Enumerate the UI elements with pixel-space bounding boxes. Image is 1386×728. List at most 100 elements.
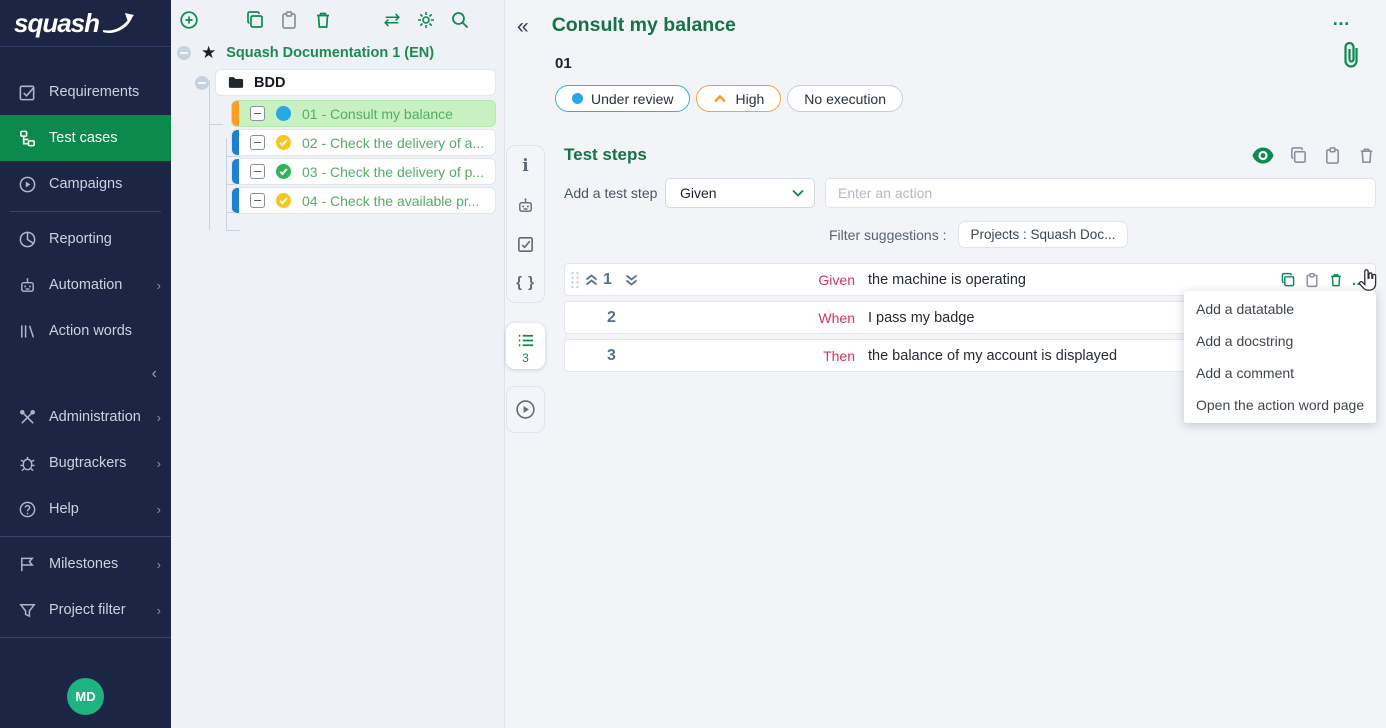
sidebar-item-label: Bugtrackers	[49, 455, 145, 471]
tree-item-test-case[interactable]: 02 - Check the delivery of a...	[231, 129, 496, 156]
milestones-flag-icon	[18, 555, 37, 574]
app-logo[interactable]: squash	[0, 0, 171, 47]
filter-suggestions-label: Filter suggestions :	[829, 227, 947, 243]
test-case-tree-panel: ★ Squash Documentation 1 (EN) BDD 01 - C…	[171, 0, 505, 728]
copy-step-icon[interactable]	[1280, 272, 1296, 288]
sidebar-item-label: Milestones	[49, 556, 145, 572]
collapse-step-icon[interactable]	[250, 164, 265, 179]
status-badge[interactable]: Under review	[555, 85, 690, 112]
menu-item-open-action-word-page[interactable]: Open the action word page	[1184, 389, 1376, 421]
drag-handle-icon[interactable]	[570, 271, 580, 289]
sidebar-item-project-filter[interactable]: Project filter ›	[0, 587, 171, 633]
collapse-node-icon[interactable]	[195, 76, 209, 90]
tab-steps-list-icon	[516, 331, 535, 350]
tab-verified-requirements-icon[interactable]	[516, 235, 535, 254]
tree-item-test-case[interactable]: 03 - Check the delivery of p...	[231, 158, 496, 185]
tree-item-test-case[interactable]: 04 - Check the available pr...	[231, 187, 496, 214]
collapse-panel-icon[interactable]: «	[517, 16, 529, 38]
copy-icon[interactable]	[245, 10, 265, 30]
menu-item-add-datatable[interactable]: Add a datatable	[1184, 293, 1376, 325]
step-number: 3	[607, 347, 616, 365]
more-options-icon[interactable]: …	[1332, 14, 1352, 24]
delete-step-icon[interactable]	[1328, 272, 1344, 288]
sidebar-item-campaigns[interactable]: Campaigns	[0, 161, 171, 207]
copy-steps-icon[interactable]	[1289, 146, 1308, 165]
tree-folder-label: BDD	[254, 75, 285, 91]
execution-badge[interactable]: No execution	[787, 85, 903, 112]
tree-item-label: 01 - Consult my balance	[302, 106, 453, 122]
tree-project-label[interactable]: Squash Documentation 1 (EN)	[226, 45, 434, 61]
tab-test-steps-active[interactable]: 3	[506, 323, 545, 369]
chevron-right-icon: ›	[157, 557, 161, 572]
user-avatar[interactable]: MD	[67, 678, 104, 715]
steps-count-badge: 3	[522, 351, 529, 365]
sidebar-divider	[10, 211, 161, 212]
step-more-options-icon[interactable]: …	[1352, 276, 1368, 284]
move-step-up-icon[interactable]	[584, 274, 599, 286]
sidebar-item-requirements[interactable]: Requirements	[0, 69, 171, 115]
tree-folder-row[interactable]: BDD	[195, 69, 496, 96]
automation-robot-icon	[18, 276, 37, 295]
detail-tab-strip: i { } 3	[506, 145, 545, 433]
search-icon[interactable]	[450, 10, 470, 30]
paste-icon[interactable]	[279, 10, 299, 30]
preview-eye-icon[interactable]	[1252, 147, 1274, 164]
badge-row: Under review High No execution	[555, 85, 1366, 112]
administration-tools-icon	[18, 408, 37, 427]
sidebar-item-administration[interactable]: Administration ›	[0, 394, 171, 440]
sidebar-item-action-words[interactable]: Action words	[0, 308, 171, 354]
sidebar-item-bugtrackers[interactable]: Bugtrackers ›	[0, 440, 171, 486]
menu-item-add-docstring[interactable]: Add a docstring	[1184, 325, 1376, 357]
keyword-select[interactable]: Given	[665, 178, 815, 208]
move-step-down-icon[interactable]	[624, 274, 639, 286]
delete-icon[interactable]	[313, 10, 333, 30]
sidebar-collapse-button[interactable]: ‹	[0, 354, 171, 394]
step-keyword: When	[653, 310, 855, 326]
section-title: Test steps	[564, 145, 1252, 165]
tree-case-list: 01 - Consult my balance 02 - Check the d…	[231, 100, 496, 214]
delete-steps-icon[interactable]	[1357, 146, 1376, 165]
settings-gear-icon[interactable]	[416, 10, 436, 30]
step-number: 1	[603, 271, 612, 289]
sidebar-item-help[interactable]: Help ›	[0, 486, 171, 532]
sidebar-item-label: Requirements	[49, 84, 161, 100]
tree-item-label: 02 - Check the delivery of a...	[302, 135, 484, 151]
tab-automation-robot-icon[interactable]	[516, 196, 535, 215]
attachments-paperclip-icon[interactable]	[1340, 40, 1362, 70]
tab-information-icon[interactable]: i	[522, 157, 528, 176]
favorite-star-icon: ★	[201, 44, 216, 61]
tree-item-test-case[interactable]: 01 - Consult my balance	[231, 100, 496, 127]
sidebar-item-label: Reporting	[49, 231, 161, 247]
transfer-arrows-icon[interactable]	[382, 10, 402, 30]
collapse-step-icon[interactable]	[250, 193, 265, 208]
importance-badge-label: High	[735, 91, 764, 107]
sidebar-item-automation[interactable]: Automation ›	[0, 262, 171, 308]
collapse-node-icon[interactable]	[177, 46, 191, 60]
campaigns-play-icon	[18, 175, 37, 194]
project-filter-chip[interactable]: Projects : Squash Doc...	[958, 221, 1129, 248]
paste-step-icon[interactable]	[1304, 272, 1320, 288]
test-case-reference: 01	[555, 55, 1366, 72]
paste-steps-icon[interactable]	[1323, 146, 1342, 165]
action-input[interactable]	[825, 178, 1376, 208]
folder-icon	[228, 76, 244, 89]
test-case-tree: ★ Squash Documentation 1 (EN) BDD 01 - C…	[171, 38, 504, 214]
sidebar-item-test-cases[interactable]: Test cases	[0, 115, 171, 161]
tab-executions[interactable]	[506, 386, 545, 433]
page-title: Consult my balance	[552, 14, 736, 37]
sidebar-item-milestones[interactable]: Milestones ›	[0, 541, 171, 587]
importance-bar	[232, 101, 239, 126]
tree-project-row[interactable]: ★ Squash Documentation 1 (EN)	[175, 40, 496, 69]
tab-parameters-braces-icon[interactable]: { }	[516, 274, 535, 291]
status-to-be-updated-icon	[276, 193, 291, 208]
chevron-right-icon: ›	[157, 456, 161, 471]
chevron-right-icon: ›	[157, 410, 161, 425]
filter-suggestions-row: Filter suggestions : Projects : Squash D…	[829, 221, 1376, 248]
collapse-step-icon[interactable]	[250, 135, 265, 150]
new-item-icon[interactable]	[179, 10, 199, 30]
tree-toolbar	[171, 0, 504, 38]
collapse-step-icon[interactable]	[250, 106, 265, 121]
sidebar-item-reporting[interactable]: Reporting	[0, 216, 171, 262]
importance-badge[interactable]: High	[696, 85, 781, 112]
menu-item-add-comment[interactable]: Add a comment	[1184, 357, 1376, 389]
